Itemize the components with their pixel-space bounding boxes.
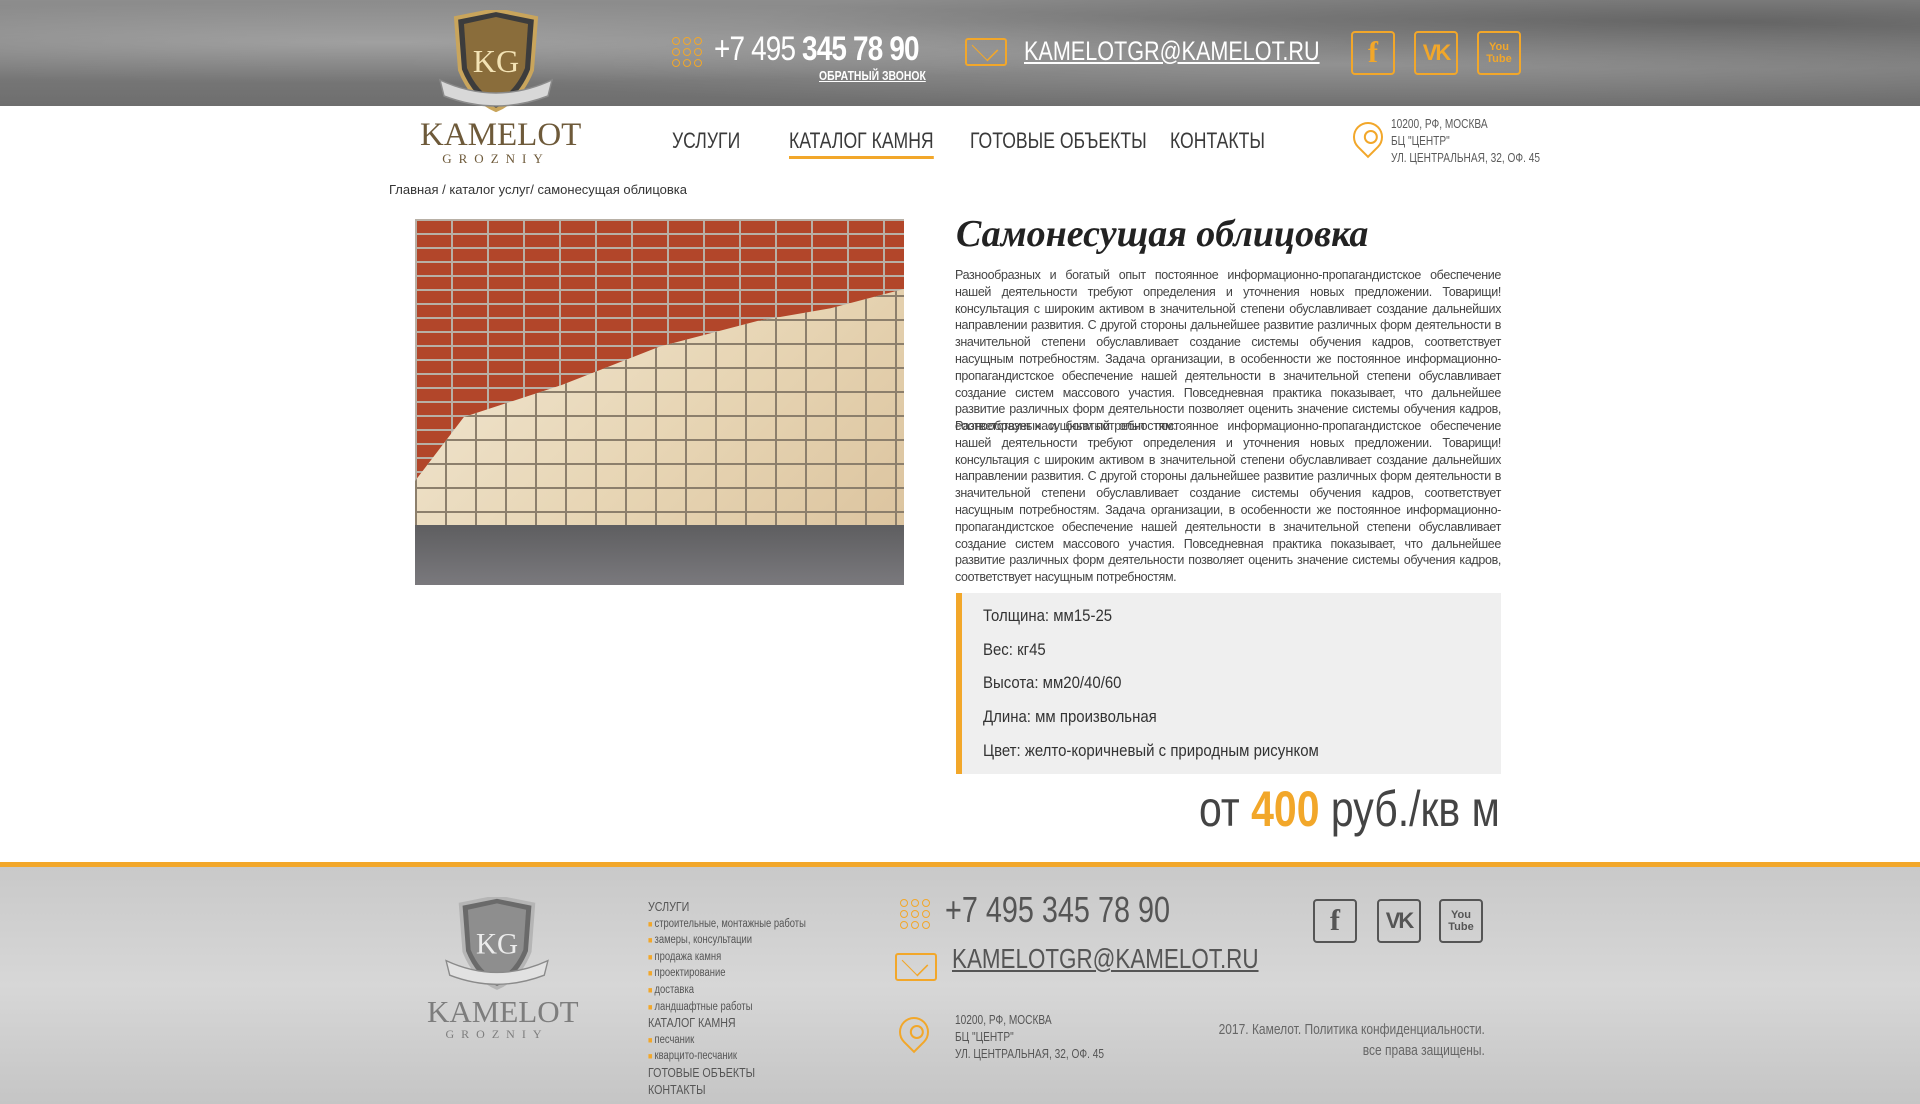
spec-height: Высота: мм20/40/60	[983, 673, 1122, 693]
footer: KG KAMELOT GROZNIY УСЛУГИ строительные, …	[0, 862, 1920, 1104]
spec-weight: Вес: кг45	[983, 639, 1046, 659]
footer-menu-item[interactable]: проектирование	[648, 965, 806, 982]
product-specs: Толщина: мм15-25 Вес: кг45 Высота: мм20/…	[956, 593, 1501, 774]
footer-phone[interactable]: +7 495 345 78 90	[945, 889, 1170, 931]
footer-email-link[interactable]: KAMELOTGR@KAMELOT.RU	[952, 943, 1259, 975]
footer-vk-icon[interactable]: VK	[1377, 899, 1421, 943]
footer-youtube-icon[interactable]: You Tube	[1439, 899, 1483, 943]
footer-brand-tagline: GROZNIY	[445, 1027, 549, 1041]
svg-text:KG: KG	[476, 928, 518, 960]
nav-item-objects[interactable]: ГОТОВЫЕ ОБЪЕКТЫ	[970, 128, 1147, 154]
callback-link[interactable]: ОБРАТНЫЙ ЗВОНОК	[819, 68, 926, 83]
footer-menu-item[interactable]: доставка	[648, 982, 806, 999]
facebook-icon[interactable]: f	[1351, 31, 1395, 75]
footer-menu-objects[interactable]: ГОТОВЫЕ ОБЪЕКТЫ	[648, 1065, 806, 1082]
site-logo[interactable]: KG KAMELOT GROZNIY	[420, 10, 582, 166]
footer-menu-item[interactable]: продажа камня	[648, 949, 806, 966]
shield-logo-icon: KG	[438, 10, 554, 113]
product-description-2: Разнообразных и богатый опыт постоянное …	[955, 419, 1501, 585]
header-email-link[interactable]: KAMELOTGR@KAMELOT.RU	[1024, 36, 1320, 67]
footer-menu-item[interactable]: замеры, консультации	[648, 932, 806, 949]
nav-item-services[interactable]: УСЛУГИ	[672, 128, 740, 154]
product-title: Самонесущая облицовка	[956, 213, 1369, 255]
spec-length: Длина: мм произвольная	[983, 707, 1157, 727]
nav-item-catalog[interactable]: КАТАЛОГ КАМНЯ	[789, 128, 934, 159]
footer-menu-catalog[interactable]: КАТАЛОГ КАМНЯ	[648, 1015, 806, 1032]
footer-menu-item[interactable]: песчаник	[648, 1032, 806, 1049]
footer-location-pin-icon	[892, 1010, 936, 1054]
header-address: 10200, РФ, МОСКВА БЦ "ЦЕНТР" УЛ. ЦЕНТРАЛ…	[1391, 116, 1541, 165]
footer-shield-logo-icon: KG	[445, 895, 549, 990]
footer-mail-icon	[895, 953, 937, 981]
privacy-policy-link[interactable]: 2017. Камелот. Политика конфиденциальнос…	[1219, 1019, 1485, 1040]
footer-menu-item[interactable]: ландшафтные работы	[648, 999, 806, 1016]
header-band	[0, 0, 1920, 106]
product-description-1: Разнообразных и богатый опыт постоянное …	[955, 268, 1501, 434]
youtube-icon[interactable]: You Tube	[1477, 31, 1521, 75]
price-value: 400	[1251, 781, 1320, 837]
brand-tagline: GROZNIY	[442, 151, 550, 166]
mail-icon	[965, 38, 1007, 66]
footer-menu: УСЛУГИ строительные, монтажные работы за…	[648, 899, 806, 1098]
nav-item-contacts[interactable]: КОНТАКТЫ	[1170, 128, 1265, 154]
phone-main: 345 78 90	[802, 30, 919, 68]
footer-facebook-icon[interactable]: f	[1313, 899, 1357, 943]
footer-menu-contacts[interactable]: КОНТАКТЫ	[648, 1082, 806, 1099]
footer-brand-name: KAMELOT	[427, 994, 579, 1029]
footer-phone-dots-icon	[900, 899, 930, 929]
phone-prefix: +7 495	[714, 30, 803, 68]
svg-text:KG: KG	[473, 43, 519, 79]
location-pin-icon	[1346, 115, 1390, 159]
footer-menu-item[interactable]: кварцито-песчаник	[648, 1048, 806, 1065]
vk-icon[interactable]: VK	[1414, 31, 1458, 75]
phone-dots-icon	[672, 37, 702, 67]
spec-thickness: Толщина: мм15-25	[983, 606, 1113, 625]
footer-logo[interactable]: KG KAMELOT GROZNIY	[427, 895, 579, 1041]
header-phone[interactable]: +7 495 345 78 90	[714, 30, 920, 69]
brand-name: KAMELOT	[420, 117, 582, 153]
spec-color: Цвет: желто-коричневый с природным рисун…	[983, 740, 1319, 760]
footer-address: 10200, РФ, МОСКВА БЦ "ЦЕНТР" УЛ. ЦЕНТРАЛ…	[955, 1012, 1105, 1061]
product-photo	[415, 219, 904, 585]
copyright: 2017. Камелот. Политика конфиденциальнос…	[1218, 1019, 1485, 1059]
product-price: от 400 руб./кв м	[1199, 781, 1500, 837]
footer-menu-item[interactable]: строительные, монтажные работы	[648, 916, 806, 933]
breadcrumb[interactable]: Главная / каталог услуг/ самонесущая обл…	[389, 182, 687, 197]
footer-menu-services[interactable]: УСЛУГИ	[648, 899, 806, 916]
